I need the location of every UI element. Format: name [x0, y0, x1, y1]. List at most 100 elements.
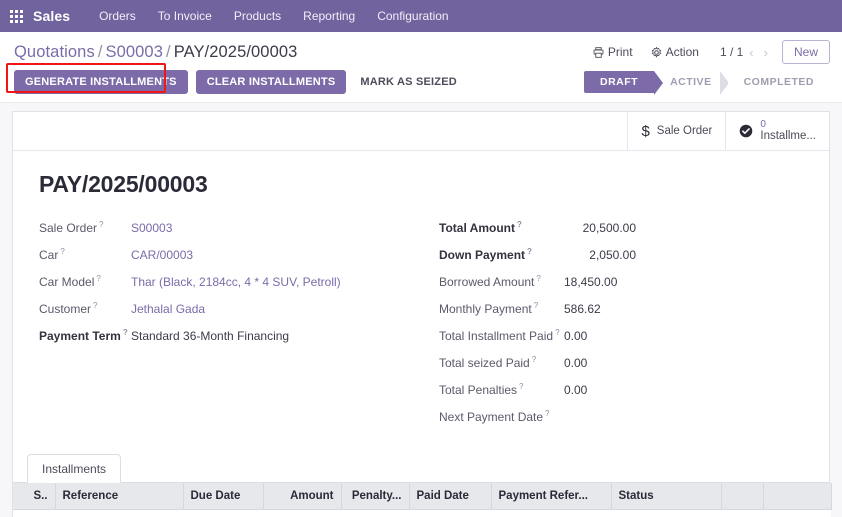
print-button[interactable]: Print	[584, 42, 642, 62]
column-sequence[interactable]: S..	[13, 483, 56, 510]
field-total-seized-paid-value: 0.00	[564, 356, 588, 370]
installments-table: S.. Reference Due Date Amount Penalty...…	[13, 483, 832, 517]
status-active[interactable]: Active	[654, 71, 729, 95]
field-total-installment-paid-label: Total Installment Paid?	[439, 328, 560, 343]
generate-installments-button[interactable]: Generate Installments	[14, 70, 188, 94]
field-car-model-label: Car Model?	[39, 274, 101, 289]
column-amount[interactable]: Amount	[263, 483, 342, 510]
record-action-buttons: Generate Installments Clear Installments…	[6, 63, 463, 94]
column-paid-date[interactable]: Paid Date	[409, 483, 492, 510]
field-car-label: Car?	[39, 247, 65, 262]
help-icon[interactable]: ?	[93, 301, 97, 310]
field-payment-term-label: Payment Term?	[39, 328, 128, 343]
field-total-amount-value[interactable]: 20,500.00	[564, 221, 636, 235]
add-line-cell: Add a line	[13, 509, 831, 517]
status-draft[interactable]: Draft	[583, 71, 664, 95]
field-next-payment-date: Next Payment Date?	[439, 409, 803, 426]
field-borrowed-amount-value: 18,450.00	[564, 275, 618, 289]
field-monthly-payment: Monthly Payment? 586.62	[439, 301, 803, 318]
help-icon[interactable]: ?	[532, 355, 536, 364]
help-icon[interactable]: ?	[527, 247, 532, 256]
add-line-row: Add a line	[13, 509, 831, 517]
status-completed[interactable]: Completed	[727, 71, 830, 93]
help-icon[interactable]: ?	[536, 274, 540, 283]
column-spacer-2	[763, 483, 832, 510]
menu-item-configuration[interactable]: Configuration	[366, 3, 459, 29]
action-label: Action	[665, 45, 699, 59]
field-payment-term: Payment Term? Standard 36-Month Financin…	[39, 328, 421, 345]
stat-button-sale-order-label: Sale Order	[656, 125, 713, 137]
column-penalty[interactable]: Penalty...	[341, 483, 410, 510]
field-down-payment-label: Down Payment?	[439, 247, 532, 262]
control-panel: Quotations / S00003/PAY/2025/00003 Print A…	[0, 32, 842, 103]
column-due-date[interactable]: Due Date	[183, 483, 264, 510]
stat-button-installments-label: Installme...	[760, 130, 816, 143]
field-next-payment-date-label: Next Payment Date?	[439, 409, 550, 424]
page-title: PAY/2025/00003	[39, 171, 208, 197]
breadcrumb: Quotations / S00003/PAY/2025/00003	[14, 43, 297, 62]
help-icon[interactable]: ?	[60, 247, 64, 256]
field-sale-order: Sale Order? S00003	[39, 220, 421, 237]
notebook: Installments S.. Reference Due Date Amou…	[13, 454, 832, 517]
field-payment-term-value[interactable]: Standard 36-Month Financing	[131, 329, 289, 343]
field-car-model: Car Model? Thar (Black, 2184cc, 4 * 4 SU…	[39, 274, 421, 291]
table-body: Add a line	[13, 509, 831, 517]
dollar-icon: $	[641, 122, 650, 140]
help-icon[interactable]: ?	[96, 274, 100, 283]
main-menu: Orders To Invoice Products Reporting Con…	[88, 3, 460, 29]
form-column-right: Total Amount? 20,500.00 Down Payment? 2,…	[421, 220, 803, 436]
help-icon[interactable]: ?	[519, 382, 523, 391]
stat-button-installments[interactable]: 0 Installme...	[725, 112, 829, 150]
form-fields: Sale Order? S00003 Car? CAR/00003 Car Mo…	[39, 220, 803, 436]
column-status[interactable]: Status	[611, 483, 722, 510]
field-sale-order-value[interactable]: S00003	[131, 221, 172, 235]
check-circle-icon	[739, 124, 753, 138]
stat-button-sale-order[interactable]: $ Sale Order	[627, 112, 725, 150]
breadcrumb-separator-1: /	[97, 42, 103, 61]
field-total-installment-paid-value: 0.00	[564, 329, 588, 343]
field-customer-value[interactable]: Jethalal Gada	[131, 302, 205, 316]
help-icon[interactable]: ?	[123, 328, 128, 337]
apps-grid-icon[interactable]	[10, 9, 23, 23]
action-button[interactable]: Action	[642, 42, 708, 62]
control-panel-actions: Print Action 1 / 1 ‹ › New	[584, 40, 830, 64]
field-car-value[interactable]: CAR/00003	[131, 248, 193, 262]
top-navbar: Sales Orders To Invoice Products Reporti…	[0, 0, 842, 32]
record-sheet: $ Sale Order 0 Installme... PAY/2025/000…	[12, 111, 832, 517]
help-icon[interactable]: ?	[545, 409, 549, 418]
pager: 1 / 1 ‹ ›	[720, 45, 772, 60]
menu-item-products[interactable]: Products	[223, 3, 292, 29]
field-customer-label: Customer?	[39, 301, 98, 316]
menu-item-reporting[interactable]: Reporting	[292, 3, 366, 29]
breadcrumb-root[interactable]: Quotations	[14, 43, 95, 61]
printer-icon	[593, 46, 604, 58]
field-car-model-value[interactable]: Thar (Black, 2184cc, 4 * 4 SUV, Petroll)	[131, 275, 341, 289]
field-total-amount: Total Amount? 20,500.00	[439, 220, 803, 237]
column-reference[interactable]: Reference	[55, 483, 184, 510]
mark-as-seized-button[interactable]: Mark as Seized	[354, 71, 463, 93]
column-payment-reference[interactable]: Payment Refer...	[491, 483, 612, 510]
help-icon[interactable]: ?	[517, 220, 522, 229]
help-icon[interactable]: ?	[534, 301, 538, 310]
menu-item-orders[interactable]: Orders	[88, 3, 147, 29]
clear-installments-button[interactable]: Clear Installments	[195, 70, 347, 94]
field-down-payment-value[interactable]: 2,050.00	[564, 248, 636, 262]
tab-installments[interactable]: Installments	[27, 454, 122, 483]
form-column-left: Sale Order? S00003 Car? CAR/00003 Car Mo…	[39, 220, 421, 436]
field-total-amount-label: Total Amount?	[439, 220, 522, 235]
help-icon[interactable]: ?	[99, 220, 103, 229]
field-down-payment: Down Payment? 2,050.00	[439, 247, 803, 264]
app-brand-sales[interactable]: Sales	[33, 8, 70, 24]
field-customer: Customer? Jethalal Gada	[39, 301, 421, 318]
breadcrumb-parent[interactable]: S00003	[106, 43, 164, 61]
notebook-tabs: Installments	[13, 454, 829, 483]
new-button[interactable]: New	[781, 40, 830, 64]
help-icon[interactable]: ?	[555, 328, 559, 337]
pager-previous-icon[interactable]: ‹	[745, 45, 757, 60]
sheet-body: PAY/2025/00003 Sale Order? S00003 Car? C…	[13, 151, 829, 436]
stat-button-installments-value: 0	[760, 118, 766, 130]
pager-next-icon[interactable]: ›	[760, 45, 772, 60]
field-total-penalties-value: 0.00	[564, 383, 588, 397]
table-header-row: S.. Reference Due Date Amount Penalty...…	[13, 483, 832, 510]
menu-item-to-invoice[interactable]: To Invoice	[147, 3, 223, 29]
